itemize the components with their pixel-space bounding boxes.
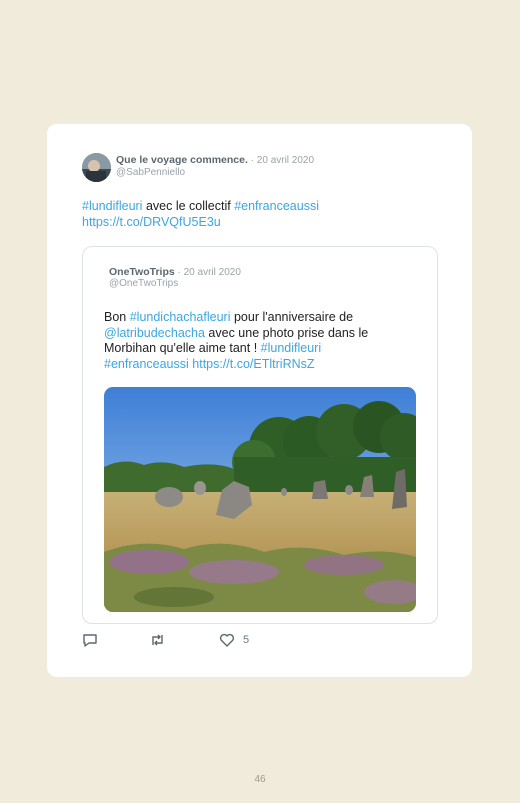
heart-icon[interactable] <box>219 632 235 648</box>
mention-link[interactable]: @latribudechacha <box>104 326 205 340</box>
tweet-text-plain: avec le collectif <box>142 199 235 213</box>
author-name[interactable]: Que le voyage commence. <box>116 154 248 166</box>
hashtag-link[interactable]: #lundifleuri <box>82 199 142 213</box>
quoted-author-name[interactable]: OneTwoTrips <box>109 266 175 278</box>
like-action[interactable]: 5 <box>219 632 249 648</box>
tweet-date[interactable]: · 20 avril 2020 <box>248 155 314 166</box>
author-name-line[interactable]: Que le voyage commence. · 20 avril 2020 <box>116 154 314 166</box>
quoted-text: Bon #lundichachafleuri pour l'anniversai… <box>104 310 404 372</box>
hashtag-link[interactable]: #lundifleuri <box>261 341 321 355</box>
quoted-date[interactable]: · 20 avril 2020 <box>175 267 241 278</box>
quoted-text-plain: pour l'anniversaire de <box>230 310 354 324</box>
quoted-text-plain: Bon <box>104 310 130 324</box>
retweet-action[interactable] <box>149 632 166 648</box>
tweet-card: Que le voyage commence. · 20 avril 2020 … <box>47 124 472 677</box>
url-link[interactable]: https://t.co/ETltriRNsZ <box>192 357 314 371</box>
like-count: 5 <box>243 634 250 646</box>
url-link[interactable]: https://t.co/DRVQfU5E3u <box>82 215 221 229</box>
author-handle[interactable]: @SabPenniello <box>116 167 185 178</box>
standing-stones-photo[interactable] <box>104 387 416 612</box>
reply-action[interactable] <box>82 632 98 648</box>
hashtag-link[interactable]: #enfranceaussi <box>104 357 189 371</box>
page-number: 46 <box>254 774 266 785</box>
quoted-author-line[interactable]: OneTwoTrips · 20 avril 2020 <box>109 266 241 278</box>
avatar[interactable] <box>82 153 111 182</box>
hashtag-link[interactable]: #enfranceaussi <box>234 199 319 213</box>
quoted-tweet[interactable]: OneTwoTrips · 20 avril 2020 @OneTwoTrips… <box>82 246 438 624</box>
retweet-icon[interactable] <box>149 632 166 648</box>
tweet-actions: 5 <box>82 632 382 652</box>
hashtag-link[interactable]: #lundichachafleuri <box>130 310 231 324</box>
tweet-text: #lundifleuri avec le collectif #enfrance… <box>82 199 442 230</box>
quoted-author-handle[interactable]: @OneTwoTrips <box>109 278 178 289</box>
reply-icon[interactable] <box>82 632 98 648</box>
